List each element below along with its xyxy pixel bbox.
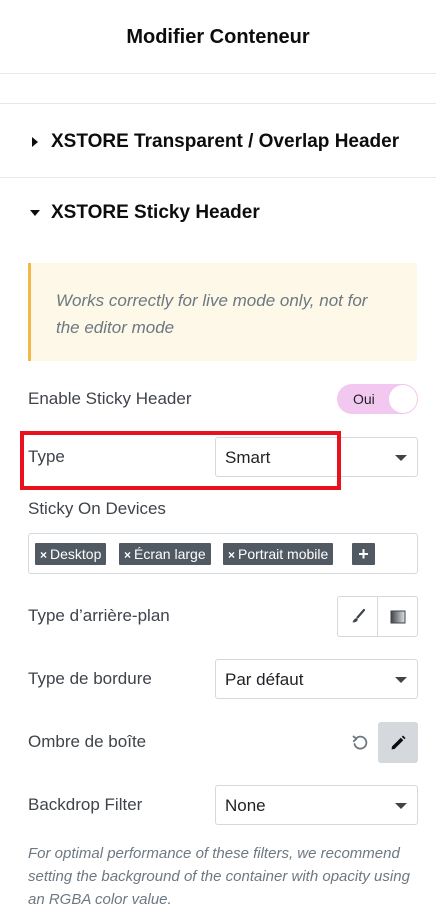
tag-desktop[interactable]: × Desktop (35, 543, 107, 565)
enable-sticky-label: Enable Sticky Header (28, 389, 192, 408)
section-title: XSTORE Sticky Header (51, 202, 260, 223)
select-value: Par défaut (225, 670, 304, 689)
sticky-devices-label: Sticky On Devices (28, 499, 166, 518)
info-notice: Works correctly for live mode only, not … (28, 263, 417, 361)
gradient-icon (390, 610, 405, 623)
sticky-devices-multiselect[interactable]: × Desktop × Écran large × Portrait mobile + (28, 533, 418, 574)
backdrop-filter-label: Backdrop Filter (28, 795, 143, 814)
remove-tag-icon[interactable]: × (228, 548, 235, 562)
section-xstore-sticky[interactable]: XSTORE Sticky Header (30, 202, 260, 224)
remove-tag-icon[interactable]: × (124, 548, 131, 562)
reset-icon (352, 735, 368, 750)
chevron-down-icon (395, 677, 407, 683)
select-value: None (225, 796, 266, 815)
edit-box-shadow-button[interactable] (378, 722, 418, 763)
background-classic-button[interactable] (338, 597, 377, 636)
remove-tag-icon[interactable]: × (40, 548, 47, 562)
caret-right-icon (32, 137, 38, 147)
red-highlight-box (20, 431, 341, 490)
backdrop-help-text: For optimal performance of these filters… (28, 845, 410, 908)
add-tag-button[interactable]: + (352, 543, 375, 565)
background-type-label: Type d’arrière-plan (28, 606, 170, 625)
caret-down-icon (30, 210, 40, 216)
background-type-choices (337, 596, 418, 637)
section-xstore-transparent[interactable]: XSTORE Transparent / Overlap Header (0, 104, 436, 178)
panel-header: Modifier Conteneur (0, 0, 436, 74)
toggle-knob (389, 385, 417, 413)
chevron-down-icon (395, 803, 407, 809)
tag-ecran-large[interactable]: × Écran large (119, 543, 211, 565)
backdrop-filter-select[interactable]: None (215, 785, 418, 825)
border-type-label: Type de bordure (28, 669, 152, 688)
reset-button[interactable] (347, 730, 373, 756)
page-title: Modifier Conteneur (126, 26, 310, 48)
toggle-label: Oui (353, 391, 375, 407)
pencil-icon (391, 735, 406, 749)
box-shadow-label: Ombre de boîte (28, 732, 147, 751)
chevron-down-icon (395, 455, 407, 461)
border-type-select[interactable]: Par défaut (215, 659, 418, 699)
brush-icon (351, 608, 365, 622)
tag-portrait-mobile[interactable]: × Portrait mobile (223, 543, 334, 565)
section-title: XSTORE Transparent / Overlap Header (51, 131, 400, 152)
notice-text: Works correctly for live mode only, not … (56, 291, 368, 337)
enable-sticky-toggle[interactable]: Oui (337, 384, 418, 414)
background-gradient-button[interactable] (377, 597, 417, 636)
